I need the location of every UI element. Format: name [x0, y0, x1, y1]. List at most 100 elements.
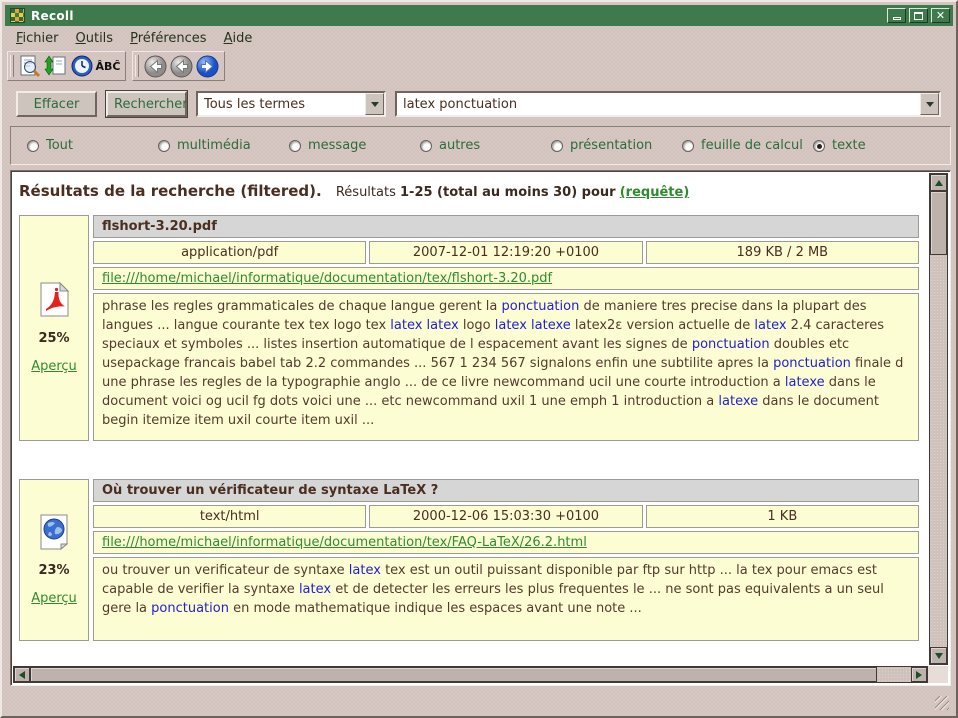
radio-icon: [158, 140, 170, 152]
first-page-button[interactable]: [142, 53, 168, 79]
chevron-down-icon[interactable]: [365, 93, 384, 115]
preview-link[interactable]: Aperçu: [31, 359, 77, 374]
close-button[interactable]: ✕: [931, 8, 950, 23]
preview-link[interactable]: Aperçu: [31, 591, 77, 606]
horizontal-scrollbar[interactable]: [13, 666, 928, 683]
radio-icon: [551, 140, 563, 152]
radio-presentation[interactable]: présentation: [551, 138, 682, 153]
scroll-right-button[interactable]: [911, 667, 927, 682]
history-button[interactable]: [69, 53, 95, 79]
arrow-left-gray-icon: [170, 55, 193, 78]
triangle-down-icon: [935, 653, 943, 659]
toolbar-handle[interactable]: [10, 55, 14, 77]
results-title: Résultats de la recherche (filtered).: [19, 182, 322, 200]
toolbar-group-nav: [132, 51, 225, 81]
radio-icon: [813, 140, 825, 152]
result-snippet: phrase les regles grammaticales de chaqu…: [93, 293, 919, 441]
close-icon: ✕: [936, 10, 945, 21]
triangle-left-icon: [19, 671, 25, 679]
result-meta-row: text/html 2000-12-06 15:03:30 +0100 1 KB: [93, 505, 919, 528]
result-title: Où trouver un vérificateur de syntaxe La…: [93, 479, 919, 502]
scrollbar-corner: [928, 666, 948, 683]
update-index-button[interactable]: [43, 53, 69, 79]
radio-multimedia[interactable]: multimédia: [158, 138, 289, 153]
query-link[interactable]: (requête): [620, 185, 690, 200]
window-controls: ✕: [887, 8, 950, 23]
result-date: 2000-12-06 15:03:30 +0100: [369, 505, 642, 528]
maximize-button[interactable]: [909, 8, 928, 23]
result-side-cell: 23% Aperçu: [19, 479, 89, 641]
search-input[interactable]: latex ponctuation: [395, 91, 941, 117]
result-meta-row: application/pdf 2007-12-01 12:19:20 +010…: [93, 241, 919, 264]
query-detail-button[interactable]: [17, 53, 43, 79]
result-size: 189 KB / 2 MB: [646, 241, 919, 264]
result-date: 2007-12-01 12:19:20 +0100: [369, 241, 642, 264]
result-detail: Où trouver un vérificateur de syntaxe La…: [93, 479, 919, 641]
arrow-right-blue-icon: [196, 55, 219, 78]
window-title: Recoll: [31, 9, 74, 23]
menu-aide[interactable]: Aide: [224, 31, 253, 46]
chevron-down-icon[interactable]: [920, 93, 939, 115]
horizontal-scroll-thumb[interactable]: [30, 667, 877, 682]
result-url-link[interactable]: file:///home/michael/informatique/docume…: [102, 271, 552, 286]
term-explorer-button[interactable]: ÂBĈ: [95, 53, 121, 79]
resize-grip[interactable]: [935, 696, 949, 710]
menu-outils[interactable]: Outils: [76, 31, 114, 46]
pdf-document-icon: [37, 282, 71, 318]
results-panel: Résultats de la recherche (filtered). Ré…: [10, 170, 951, 686]
triangle-right-icon: [916, 671, 922, 679]
scroll-left-button[interactable]: [14, 667, 30, 682]
toolbar: ÂBĈ: [7, 51, 225, 81]
result-size: 1 KB: [646, 505, 919, 528]
category-filter-frame: Tout multimédia message autres présentat…: [10, 126, 951, 165]
radio-tout[interactable]: Tout: [27, 138, 158, 153]
titlebar: Recoll ✕: [5, 5, 953, 26]
search-query-value: latex ponctuation: [403, 97, 517, 112]
relevance-percent: 25%: [38, 331, 69, 346]
result-mime: text/html: [93, 505, 366, 528]
search-button[interactable]: Rechercher: [106, 91, 187, 117]
relevance-percent: 23%: [38, 563, 69, 578]
result-entry: 25% Aperçu flshort-3.20.pdf application/…: [19, 215, 919, 441]
results-list: Résultats de la recherche (filtered). Ré…: [13, 173, 928, 665]
document-magnifier-icon: [18, 54, 42, 78]
menubar: Fichier Outils Préférences Aide: [6, 28, 952, 49]
html-globe-icon: [37, 514, 71, 550]
vertical-scroll-thumb[interactable]: [930, 191, 947, 255]
clear-button[interactable]: Effacer: [16, 91, 97, 117]
next-page-button[interactable]: [194, 53, 220, 79]
previous-page-button[interactable]: [168, 53, 194, 79]
result-url-cell: file:///home/michael/informatique/docume…: [93, 531, 919, 554]
radio-autres[interactable]: autres: [420, 138, 551, 153]
result-title: flshort-3.20.pdf: [93, 215, 919, 238]
toolbar-handle[interactable]: [135, 55, 139, 77]
arrow-left-gray-icon: [144, 55, 167, 78]
radio-texte[interactable]: texte: [813, 138, 866, 153]
search-mode-select[interactable]: Tous les termes: [196, 91, 386, 117]
recoll-window: Recoll ✕ Fichier Outils Préférences Aide: [0, 0, 958, 718]
clock-icon: [71, 55, 93, 77]
radio-message[interactable]: message: [289, 138, 420, 153]
triangle-up-icon: [935, 180, 943, 186]
document-update-icon: [44, 54, 68, 78]
scroll-down-button[interactable]: [930, 647, 947, 664]
radio-icon: [682, 140, 694, 152]
results-header: Résultats de la recherche (filtered). Ré…: [19, 182, 922, 200]
result-snippet: ou trouver un verificateur de syntaxe la…: [93, 557, 919, 641]
radio-feuille-de-calcul[interactable]: feuille de calcul: [682, 138, 813, 153]
scroll-up-button[interactable]: [930, 174, 947, 191]
result-side-cell: 25% Aperçu: [19, 215, 89, 441]
result-entry: 23% Aperçu Où trouver un vérificateur de…: [19, 479, 919, 641]
menu-fichier[interactable]: Fichier: [16, 31, 59, 46]
menu-preferences[interactable]: Préférences: [130, 31, 206, 46]
minimize-button[interactable]: [887, 8, 906, 23]
result-url-link[interactable]: file:///home/michael/informatique/docume…: [102, 535, 587, 550]
status-bar: [6, 686, 952, 712]
result-detail: flshort-3.20.pdf application/pdf 2007-12…: [93, 215, 919, 441]
result-url-cell: file:///home/michael/informatique/docume…: [93, 267, 919, 290]
radio-icon: [420, 140, 432, 152]
search-bar: Effacer Rechercher Tous les termes latex…: [16, 91, 941, 117]
search-mode-value: Tous les termes: [204, 97, 305, 112]
result-mime: application/pdf: [93, 241, 366, 264]
vertical-scrollbar[interactable]: [929, 173, 948, 665]
